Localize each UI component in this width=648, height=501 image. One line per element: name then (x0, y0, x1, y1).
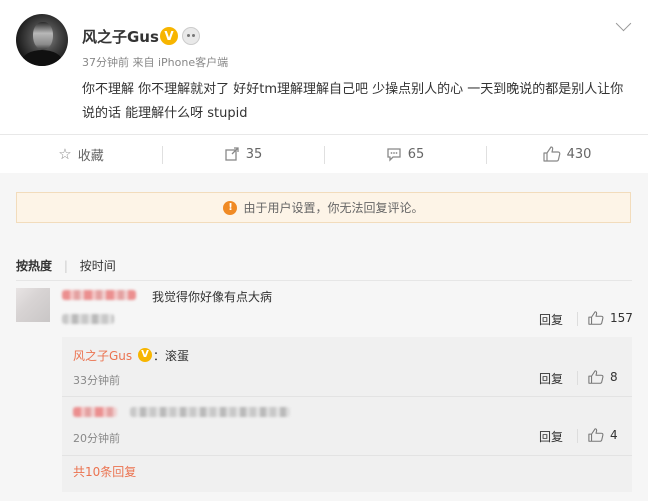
reply-time: 33分钟前 (73, 374, 120, 387)
chevron-down-icon[interactable] (615, 15, 632, 32)
reply-text: ：滚蛋 (153, 349, 190, 363)
post-header: 风之子Gus V 37分钟前 来自 iPhone客户端 你不理解 你不理解就对了… (0, 0, 648, 130)
warning-icon: ! (223, 200, 238, 215)
thumbs-up-icon (588, 370, 604, 384)
reply-like-button[interactable]: 4 (588, 427, 618, 443)
thumbs-up-icon (588, 428, 604, 442)
comment-button[interactable]: 65 (324, 135, 486, 173)
reply-author-name-blurred[interactable] (73, 407, 117, 417)
comment-time-blurred (62, 314, 114, 324)
repost-count: 35 (245, 146, 263, 162)
commenter-name-blurred[interactable] (62, 290, 136, 300)
repost-button[interactable]: 35 (162, 135, 324, 173)
reply-reply-button[interactable]: 回复 (539, 428, 563, 445)
notice-text: 由于用户设置，你无法回复评论。 (243, 201, 424, 215)
favorite-button[interactable]: ☆ 收藏 (0, 135, 162, 173)
post-meta: 37分钟前 来自 iPhone客户端 (82, 56, 229, 69)
reply-reply-button[interactable]: 回复 (539, 370, 563, 387)
reply-disabled-notice: ! 由于用户设置，你无法回复评论。 (16, 192, 631, 223)
comment-like-count: 157 (610, 311, 633, 325)
commenter-avatar[interactable] (16, 288, 50, 322)
author-avatar[interactable] (16, 14, 68, 66)
verified-badge-icon: V (138, 348, 152, 362)
robot-icon (182, 27, 200, 45)
reply-author-name[interactable]: 风之子Gus (73, 347, 132, 364)
thumbs-up-icon (542, 146, 560, 162)
sort-by-hot-tab[interactable]: 按热度 (16, 257, 52, 274)
sort-tabs: 按热度 | 按时间 (16, 257, 116, 274)
divider (16, 280, 632, 281)
verified-badge-icon: V (160, 27, 178, 45)
reply-time: 20分钟前 (73, 432, 120, 445)
reply-like-count: 8 (610, 370, 618, 384)
comment-reply-button[interactable]: 回复 (539, 311, 563, 328)
reply-like-button[interactable]: 8 (588, 369, 618, 385)
post-text: 你不理解 你不理解就对了 好好tm理解理解自己吧 少操点别人的心 一天到晚说的都… (82, 82, 624, 121)
thumbs-up-icon (588, 311, 604, 325)
more-replies-link[interactable]: 共10条回复 (73, 463, 136, 480)
star-icon: ☆ (58, 145, 72, 163)
reply-text-blurred (130, 407, 290, 417)
comment-icon (387, 148, 401, 162)
repost-icon (225, 147, 239, 161)
like-button[interactable]: 430 (486, 135, 648, 173)
favorite-label: 收藏 (77, 148, 104, 164)
like-count: 430 (566, 146, 592, 162)
sort-by-time-tab[interactable]: 按时间 (80, 257, 116, 274)
author-name[interactable]: 风之子Gus (82, 26, 159, 47)
reply-like-count: 4 (610, 428, 618, 442)
comment-count: 65 (407, 146, 425, 162)
comment-like-button[interactable]: 157 (588, 310, 633, 326)
comment-text: 我觉得你好像有点大病 (152, 290, 273, 304)
action-bar: ☆ 收藏 35 65 430 (0, 134, 648, 174)
